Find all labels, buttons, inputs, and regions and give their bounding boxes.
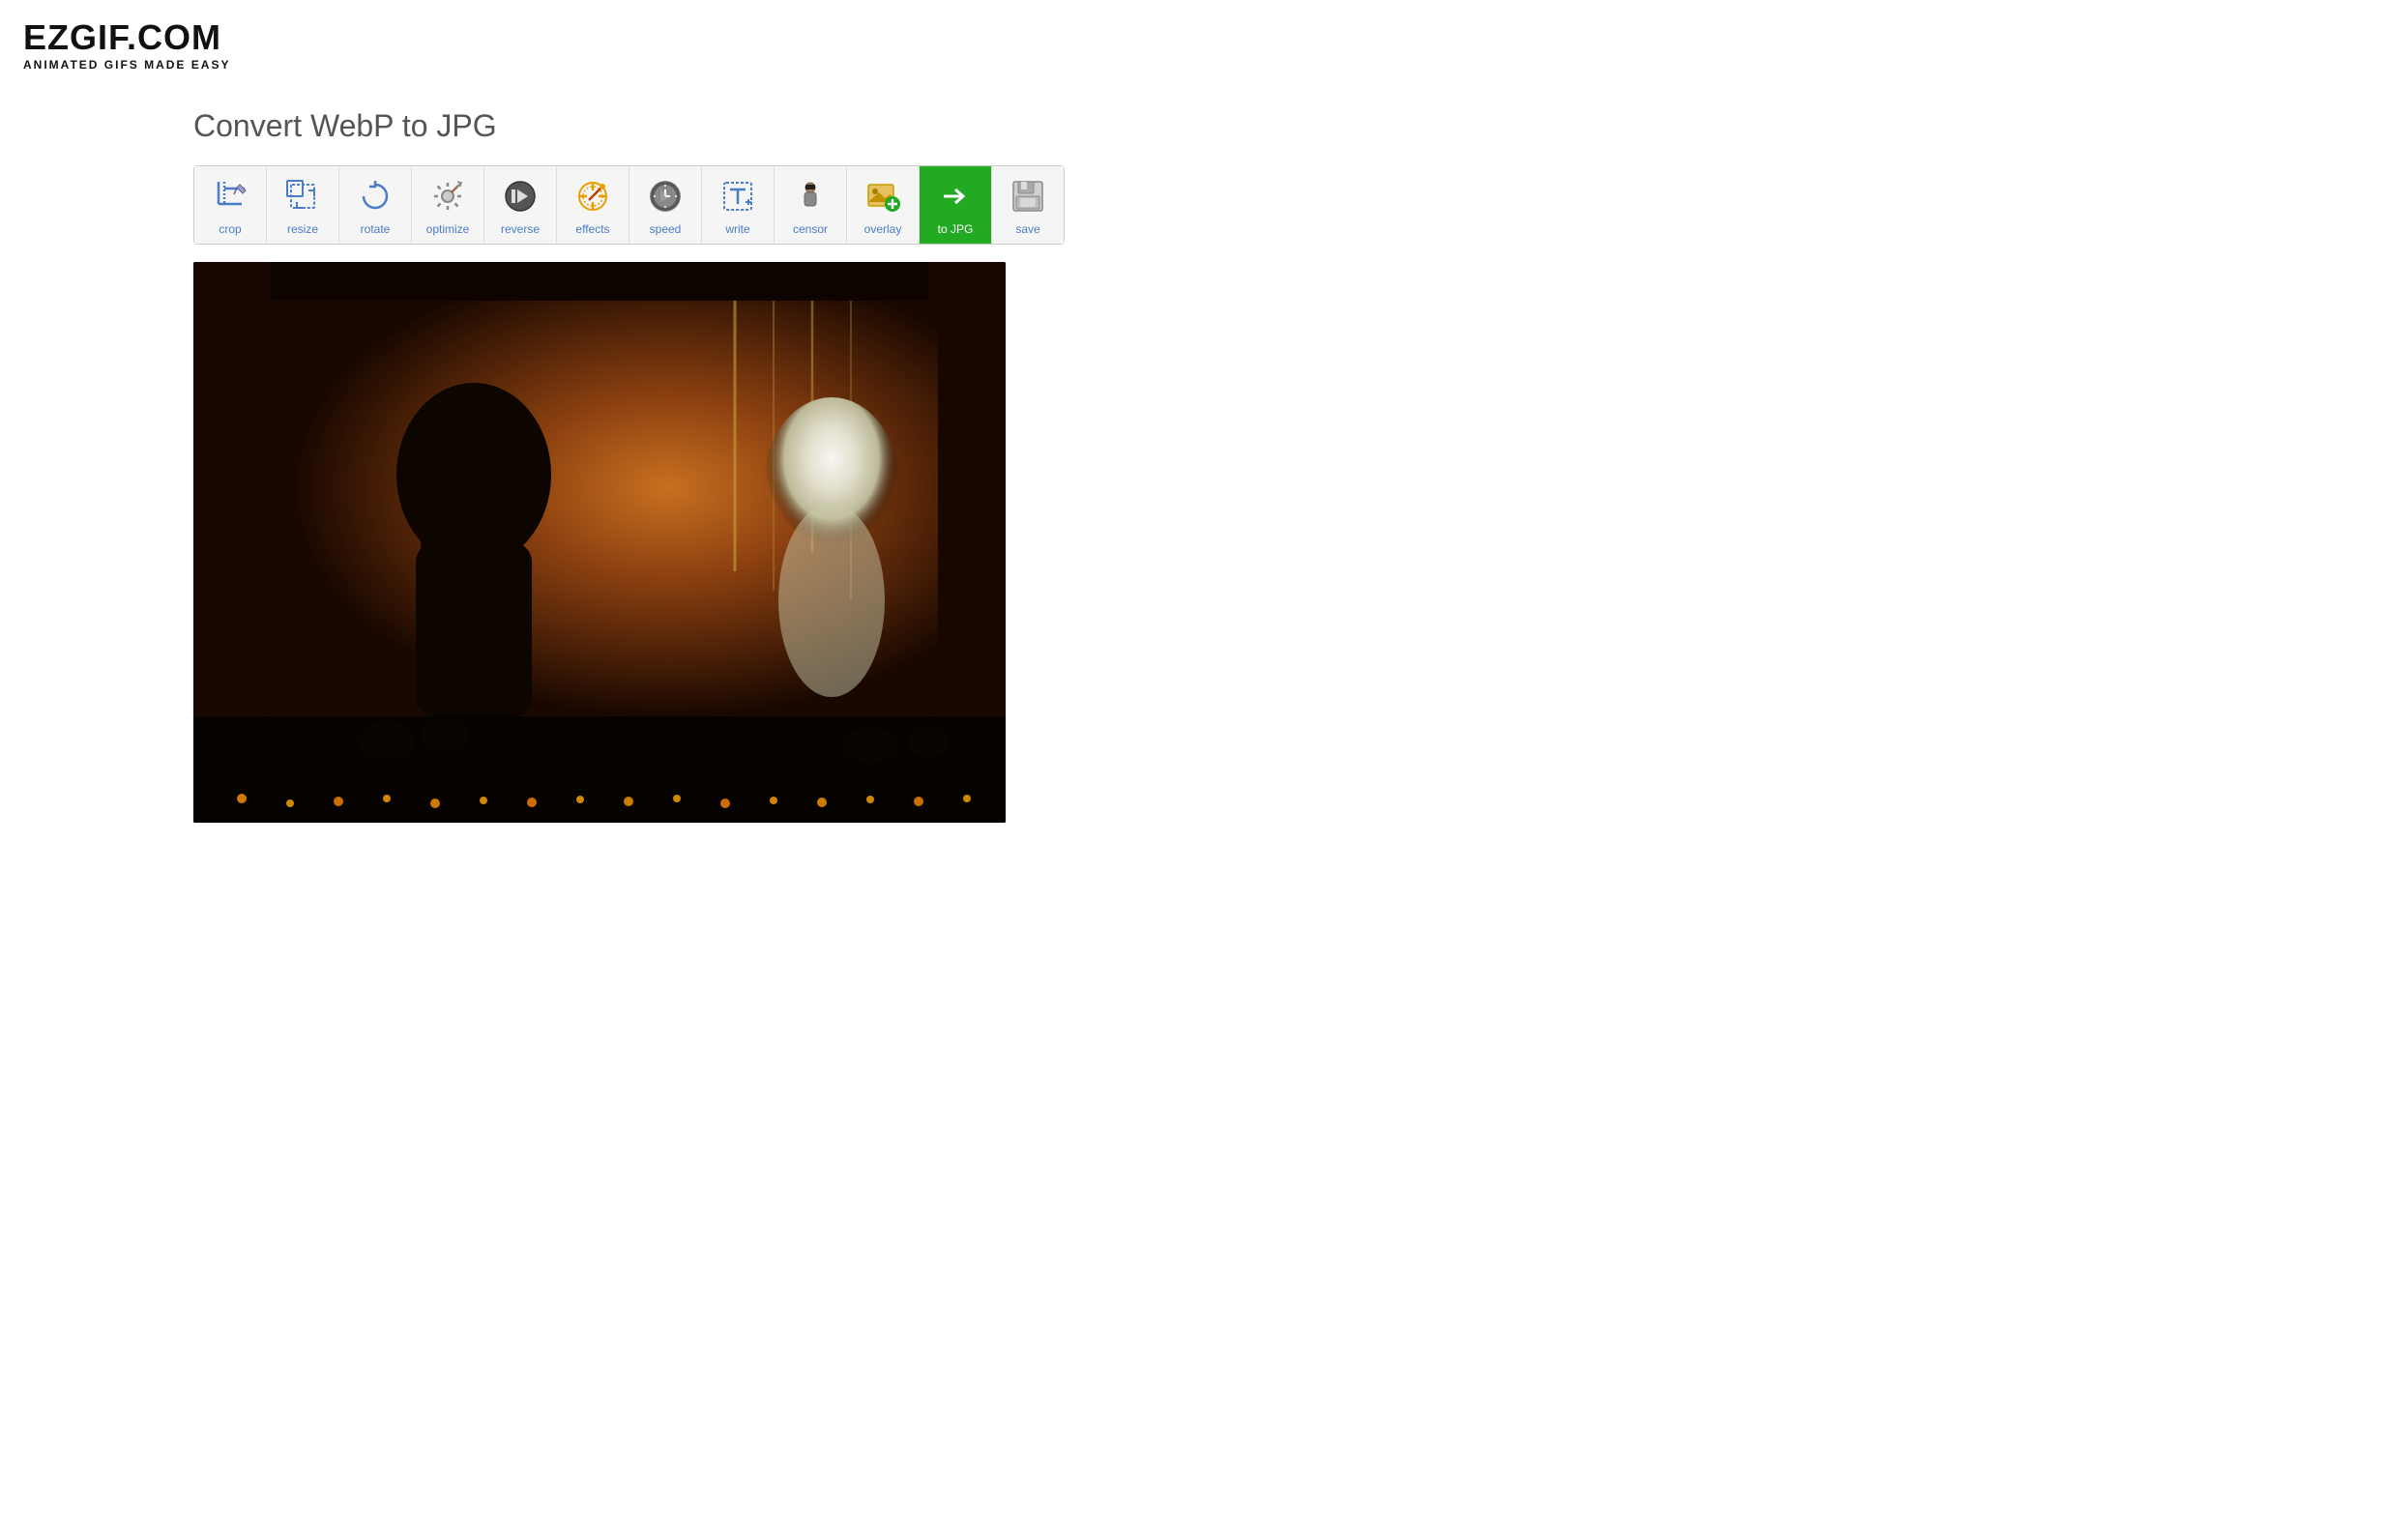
image-container (193, 262, 1006, 823)
tool-save[interactable]: save (992, 166, 1064, 244)
write-icon (716, 174, 760, 218)
tool-to-jpg[interactable]: to JPG (920, 166, 992, 244)
save-icon (1006, 174, 1050, 218)
tool-optimize[interactable]: optimize (412, 166, 484, 244)
tool-overlay[interactable]: overlay (847, 166, 920, 244)
tool-speed[interactable]: speed (629, 166, 702, 244)
rotate-icon (353, 174, 397, 218)
overlay-icon (861, 174, 905, 218)
tool-save-label: save (1015, 222, 1039, 236)
logo-title[interactable]: EZGIF.COM (23, 17, 2376, 58)
logo-area: EZGIF.COM ANIMATED GIFS MADE EASY (0, 0, 2399, 89)
tool-crop[interactable]: crop (194, 166, 267, 244)
tool-resize-label: resize (287, 222, 318, 236)
page-title: Convert WebP to JPG (193, 108, 2360, 144)
tool-effects[interactable]: effects (557, 166, 629, 244)
effects-icon (570, 174, 615, 218)
to-jpg-icon (933, 174, 978, 218)
censor-icon (788, 174, 833, 218)
tool-to-jpg-label: to JPG (938, 222, 974, 236)
tool-rotate-label: rotate (361, 222, 391, 236)
crop-icon (208, 174, 252, 218)
tool-censor[interactable]: censor (775, 166, 847, 244)
tool-write-label: write (725, 222, 749, 236)
tool-censor-label: censor (793, 222, 828, 236)
tool-rotate[interactable]: rotate (339, 166, 412, 244)
toolbar: crop resize rot (193, 165, 1065, 245)
logo-subtitle: ANIMATED GIFS MADE EASY (23, 58, 2376, 72)
tool-reverse-label: reverse (501, 222, 540, 236)
resize-icon (280, 174, 325, 218)
image-display (193, 262, 1006, 823)
tool-overlay-label: overlay (864, 222, 902, 236)
main-content: Convert WebP to JPG crop (0, 89, 2399, 861)
tool-optimize-label: optimize (426, 222, 470, 236)
tool-resize[interactable]: resize (267, 166, 339, 244)
tool-write[interactable]: write (702, 166, 775, 244)
tool-effects-label: effects (575, 222, 609, 236)
optimize-icon (425, 174, 470, 218)
speed-icon (643, 174, 688, 218)
tool-speed-label: speed (650, 222, 682, 236)
tool-reverse[interactable]: reverse (484, 166, 557, 244)
tool-crop-label: crop (219, 222, 241, 236)
reverse-icon (498, 174, 542, 218)
